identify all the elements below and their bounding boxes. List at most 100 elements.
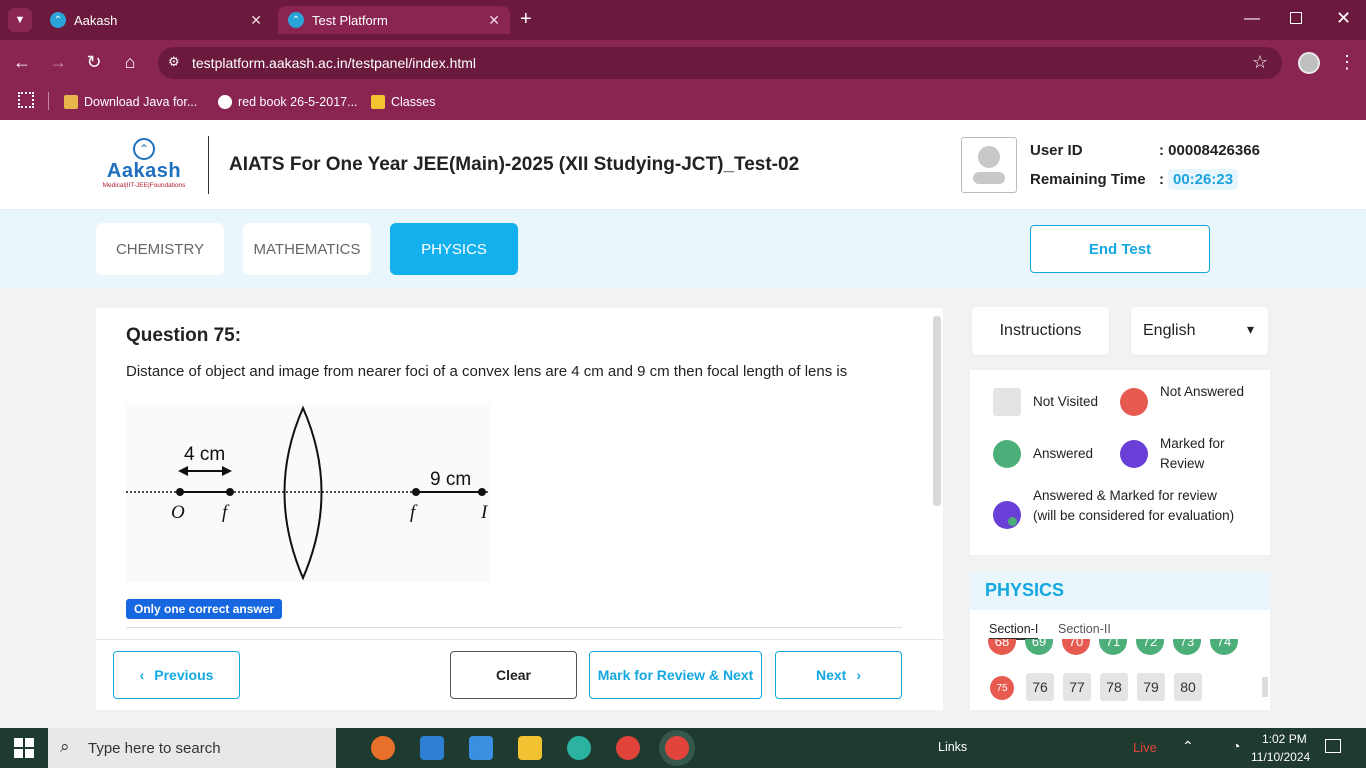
java-icon — [64, 95, 78, 109]
profile-avatar-icon[interactable] — [1298, 52, 1320, 74]
palette-question[interactable]: 76 — [1026, 673, 1054, 701]
back-icon[interactable]: ← — [10, 52, 34, 74]
lens-diagram: 4 cm 9 cm O f f I — [126, 404, 490, 582]
tray-chevron-icon[interactable]: ⌃ — [1182, 738, 1194, 755]
lens-diagram-svg: 4 cm 9 cm O f f I — [126, 405, 490, 581]
status-legend: Not Visited Not Answered Answered Marked… — [970, 370, 1270, 555]
user-silhouette-icon — [978, 146, 1000, 168]
forward-icon[interactable]: → — [46, 52, 70, 74]
remaining-time-label: Remaining Time — [1030, 171, 1146, 188]
apps-grid-icon[interactable] — [18, 92, 34, 108]
legend-not-answered: Not Answered — [1160, 384, 1245, 399]
palette-question[interactable]: 69 — [1025, 639, 1053, 655]
close-tab-icon[interactable]: ✕ — [250, 12, 262, 29]
tab-aakash[interactable]: ⌃ Aakash ✕ — [40, 6, 272, 34]
focus-label-left: f — [222, 502, 230, 523]
wifi-icon[interactable]: ◔ — [1232, 738, 1240, 754]
menu-icon[interactable]: ⋮ — [1338, 52, 1356, 73]
question-scrollbar[interactable] — [933, 316, 941, 506]
answered-icon — [993, 440, 1021, 468]
palette-row-1: 68 69 70 71 72 73 74 — [988, 639, 1246, 665]
palette-question[interactable]: 80 — [1174, 673, 1202, 701]
aakash-favicon-icon: ⌃ — [288, 12, 304, 28]
palette-question[interactable]: 79 — [1137, 673, 1165, 701]
windows-start-icon[interactable] — [14, 738, 34, 758]
palette-question[interactable]: 74 — [1210, 639, 1238, 655]
legend-answered-marked: Answered & Marked for review (will be co… — [1033, 488, 1235, 523]
bookmark-classes[interactable]: Classes — [371, 92, 435, 112]
palette-scrollbar[interactable] — [1262, 677, 1268, 697]
language-select[interactable]: English ▾ — [1131, 307, 1268, 355]
chrome-profile-icon[interactable] — [665, 736, 689, 760]
chevron-left-icon: ‹ — [139, 667, 145, 683]
firefox-icon[interactable] — [371, 736, 395, 760]
palette-question[interactable]: 77 — [1063, 673, 1091, 701]
notification-icon[interactable] — [1325, 739, 1341, 753]
close-tab-icon[interactable]: ✕ — [488, 12, 500, 29]
remaining-time-colon: : — [1159, 171, 1164, 188]
answer-type-badge: Only one correct answer — [126, 599, 283, 619]
end-test-button[interactable]: End Test — [1030, 225, 1210, 273]
clear-button[interactable]: Clear — [450, 651, 577, 699]
reload-icon[interactable]: ↻ — [82, 52, 106, 74]
palette-question[interactable]: 68 — [988, 639, 1016, 655]
next-button[interactable]: Next › — [775, 651, 902, 699]
object-label: O — [171, 502, 185, 523]
marked-review-icon — [1120, 440, 1148, 468]
site-info-icon[interactable]: ⚙ — [168, 54, 180, 70]
taskbar-search[interactable]: ⌕ Type here to search — [48, 728, 336, 768]
edge-icon[interactable] — [567, 736, 591, 760]
user-id-label: User ID — [1030, 142, 1083, 159]
remaining-time-value: 00:26:23 — [1168, 169, 1239, 190]
bookmarks-bar: Download Java for... red book 26-5-2017.… — [0, 84, 1366, 120]
tab-label: Test Platform — [312, 12, 388, 28]
tab-label: Aakash — [74, 12, 118, 28]
tab-search-button[interactable]: ▼ — [8, 8, 32, 32]
section-tab-2[interactable]: Section-II — [1058, 622, 1111, 636]
links-toolbar[interactable]: Links — [938, 740, 967, 754]
palette-question[interactable]: 78 — [1100, 673, 1128, 701]
legend-not-visited: Not Visited — [1033, 394, 1099, 409]
palette-question[interactable]: 70 — [1062, 639, 1090, 655]
question-title: Question 75: — [126, 325, 242, 346]
home-icon[interactable]: ⌂ — [118, 52, 142, 74]
bookmark-red-book[interactable]: red book 26-5-2017... — [218, 92, 358, 112]
palette-question[interactable]: 71 — [1099, 639, 1127, 655]
question-text: Distance of object and image from nearer… — [126, 363, 848, 380]
instructions-button[interactable]: Instructions — [972, 307, 1109, 355]
not-visited-icon — [993, 388, 1021, 416]
palette-question[interactable]: 73 — [1173, 639, 1201, 655]
right-distance-label: 9 cm — [430, 469, 471, 490]
logo-emblem-icon: ⌃ — [133, 138, 155, 160]
close-window-icon[interactable]: ✕ — [1336, 8, 1351, 29]
focus-label-right: f — [410, 502, 418, 523]
new-tab-icon[interactable]: + — [520, 8, 532, 31]
user-avatar — [961, 137, 1017, 193]
clock-date[interactable]: 11/10/2024 — [1251, 750, 1310, 764]
globe-icon — [218, 95, 232, 109]
tab-mathematics[interactable]: MATHEMATICS — [243, 223, 371, 275]
previous-button[interactable]: ‹ Previous — [113, 651, 240, 699]
mail-icon[interactable] — [469, 736, 493, 760]
header-divider — [208, 136, 209, 194]
mark-review-next-button[interactable]: Mark for Review & Next — [589, 651, 762, 699]
tab-physics[interactable]: PHYSICS — [390, 223, 518, 275]
palette-question-current[interactable]: 75 — [990, 676, 1014, 700]
minimize-icon[interactable]: — — [1244, 10, 1260, 28]
url-field[interactable]: ⚙ testplatform.aakash.ac.in/testpanel/in… — [158, 47, 1282, 79]
chrome-icon[interactable] — [616, 736, 640, 760]
clock-time[interactable]: 1:02 PM — [1262, 732, 1307, 746]
tab-test-platform[interactable]: ⌃ Test Platform ✕ — [278, 6, 510, 34]
palette-question[interactable]: 72 — [1136, 639, 1164, 655]
tab-chemistry[interactable]: CHEMISTRY — [96, 223, 224, 275]
bookmark-java[interactable]: Download Java for... — [64, 92, 197, 112]
store-icon[interactable] — [420, 736, 444, 760]
file-explorer-icon[interactable] — [518, 736, 542, 760]
restore-icon[interactable] — [1290, 12, 1302, 24]
not-answered-icon — [1120, 388, 1148, 416]
palette-title: PHYSICS — [985, 580, 1065, 600]
section-tab-1[interactable]: Section-I — [989, 622, 1039, 640]
bookmark-star-icon[interactable]: ☆ — [1252, 52, 1268, 73]
user-id-value: : 00008426366 — [1159, 142, 1260, 159]
legend-marked: Marked for Review — [1160, 436, 1225, 471]
